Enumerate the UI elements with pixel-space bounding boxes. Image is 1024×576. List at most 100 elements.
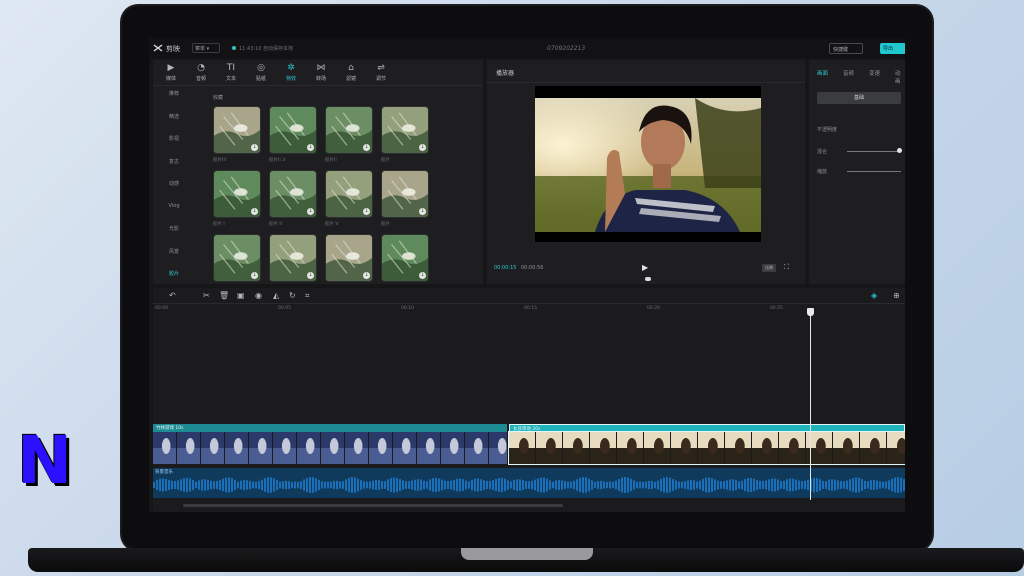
blend-slider[interactable] [847,151,901,152]
tool-tab-2[interactable]: TI 文本 [219,63,243,82]
download-icon[interactable]: ↓ [419,208,426,215]
download-icon[interactable]: ↓ [307,208,314,215]
blend-slider-knob[interactable] [897,148,902,153]
inspector-tab[interactable]: 画面 [817,69,828,77]
filter-label: 胶片II 3 [269,158,285,163]
sidebar-category-item[interactable]: 光影 [157,225,191,235]
tool-tab-4[interactable]: ✲ 特效 [279,63,303,82]
rotate-icon[interactable]: ↻ [289,291,296,301]
record-icon[interactable]: ◉ [255,291,262,301]
tool-tab-icon: ⋈ [316,63,326,73]
clip-header-selected[interactable]: 女孩草地 20s [509,424,905,432]
preview-progress-handle[interactable] [645,277,651,281]
app-name: 剪映 [166,45,180,53]
filter-thumbnail[interactable]: ↓ [325,234,373,282]
download-icon[interactable]: ↓ [307,144,314,151]
tool-tab-0[interactable]: ▶ 媒体 [159,63,183,82]
sidebar-category-item[interactable]: 风景 [157,248,191,258]
tool-tab-7[interactable]: ⇌ 调节 [369,63,393,82]
playhead[interactable] [810,308,811,500]
download-icon[interactable]: ↓ [251,144,258,151]
filter-thumbnail[interactable]: ↓ [381,234,429,282]
clip-header[interactable]: 竹林游戏 10s [153,424,507,432]
filter-label: 胶片 [381,222,390,227]
tool-tab-5[interactable]: ⋈ 转场 [309,63,333,82]
timeline-ruler[interactable]: 00:00 00:05 00:10 00:15 00:20 00:25 [153,305,905,313]
filter-thumbnail[interactable]: ↓ [381,106,429,154]
download-icon[interactable]: ↓ [363,272,370,279]
filter-thumbnail[interactable]: ↓ [269,170,317,218]
filter-label: 胶片 V [325,222,339,227]
filter-thumbnail[interactable]: ↓ [213,170,261,218]
link-icon[interactable]: ◈ [871,291,877,301]
filter-thumbnail[interactable]: ↓ [381,170,429,218]
filter-label: 胶片 [381,158,390,163]
undo-icon[interactable]: ↶ [169,291,176,301]
sidebar-category-item[interactable]: 胶片 [157,270,191,280]
filter-thumbnail[interactable]: ↓ [325,106,373,154]
sidebar-category-item[interactable]: 动感 [157,180,191,190]
sidebar-category-item[interactable]: 精选 [157,113,191,123]
video-clip-2[interactable] [508,431,905,465]
download-icon[interactable]: ↓ [307,272,314,279]
tool-tab-label: 调节 [375,76,386,82]
capcut-logo-icon [153,44,163,52]
ratio-button[interactable]: 比例 [762,264,776,272]
tool-tab-icon: ⌂ [348,63,354,73]
play-icon[interactable]: ▶ [642,263,651,272]
filter-thumbnail[interactable]: ↓ [269,106,317,154]
ruler-tick-label: 00:10 [401,306,414,311]
ruler-tick-label: 00:00 [155,306,168,311]
freeze-icon[interactable]: ▣ [237,291,245,301]
sidebar-category-item[interactable]: Vlog [157,203,191,213]
filter-thumbnail[interactable]: ↓ [213,106,261,154]
laptop-notch [461,548,593,560]
fullscreen-icon[interactable]: ⛶ [784,263,789,272]
save-status-icon [232,46,236,50]
video-clip-1[interactable] [153,432,507,464]
shortcut-button[interactable]: 快捷键 [829,43,863,54]
scale-slider[interactable] [847,171,901,172]
menu-button[interactable]: 菜单 ▾ [192,43,220,53]
split-icon[interactable]: ✂ [203,291,210,301]
sidebar-category-item[interactable]: 推荐 [157,90,191,100]
crop-icon[interactable]: ⌗ [305,291,310,301]
tool-tab-icon: ⇌ [377,63,385,73]
video-preview[interactable] [535,86,761,242]
tool-tab-label: 文本 [225,76,236,82]
zoom-icon[interactable]: ⊕ [893,291,900,301]
download-icon[interactable]: ↓ [251,208,258,215]
download-icon[interactable]: ↓ [419,144,426,151]
download-icon[interactable]: ↓ [419,272,426,279]
tool-tab-icon: ✲ [287,63,295,73]
timeline-scrollbar[interactable] [183,504,563,507]
reset-button[interactable]: 基础 [817,92,901,104]
mirror-icon[interactable]: ◭ [273,291,279,301]
media-panel: ▶ 媒体 ◔ 音频 TI 文本 ◎ 贴纸 ✲ 特效 ⋈ 转场 ⌂ 滤镜 ⇌ 调节 推荐精选影视复古动感 Vlog… [153,60,483,284]
download-icon[interactable]: ↓ [363,144,370,151]
tool-tab-label: 转场 [315,76,326,82]
ruler-tick-label: 00:05 [278,306,291,311]
download-icon[interactable]: ↓ [363,208,370,215]
ruler-tick-label: 00:20 [647,306,660,311]
project-title[interactable]: 0709202213 [547,45,585,52]
filter-label: 胶片III [213,158,226,163]
tool-tab-3[interactable]: ◎ 贴纸 [249,63,273,82]
blend-label: 混合 [817,149,828,155]
filter-thumbnail[interactable]: ↓ [325,170,373,218]
sidebar-category-item[interactable]: 复古 [157,158,191,168]
tool-tab-label: 音频 [195,76,206,82]
filter-thumbnail[interactable]: ↓ [269,234,317,282]
tool-tab-6[interactable]: ⌂ 滤镜 [339,63,363,82]
audio-track[interactable]: 背景音乐 [153,468,905,498]
filter-label: 胶片 II [269,222,283,227]
inspector-tab[interactable]: 变速 [869,69,880,77]
download-icon[interactable]: ↓ [251,272,258,279]
export-button[interactable]: 导出 [880,43,905,54]
inspector-tab[interactable]: 动画 [895,69,905,85]
tool-tab-1[interactable]: ◔ 音频 [189,63,213,82]
inspector-tab[interactable]: 音频 [843,69,854,77]
filter-thumbnail[interactable]: ↓ [213,234,261,282]
sidebar-category-item[interactable]: 影视 [157,135,191,145]
delete-icon[interactable]: 🗑 [219,291,229,301]
